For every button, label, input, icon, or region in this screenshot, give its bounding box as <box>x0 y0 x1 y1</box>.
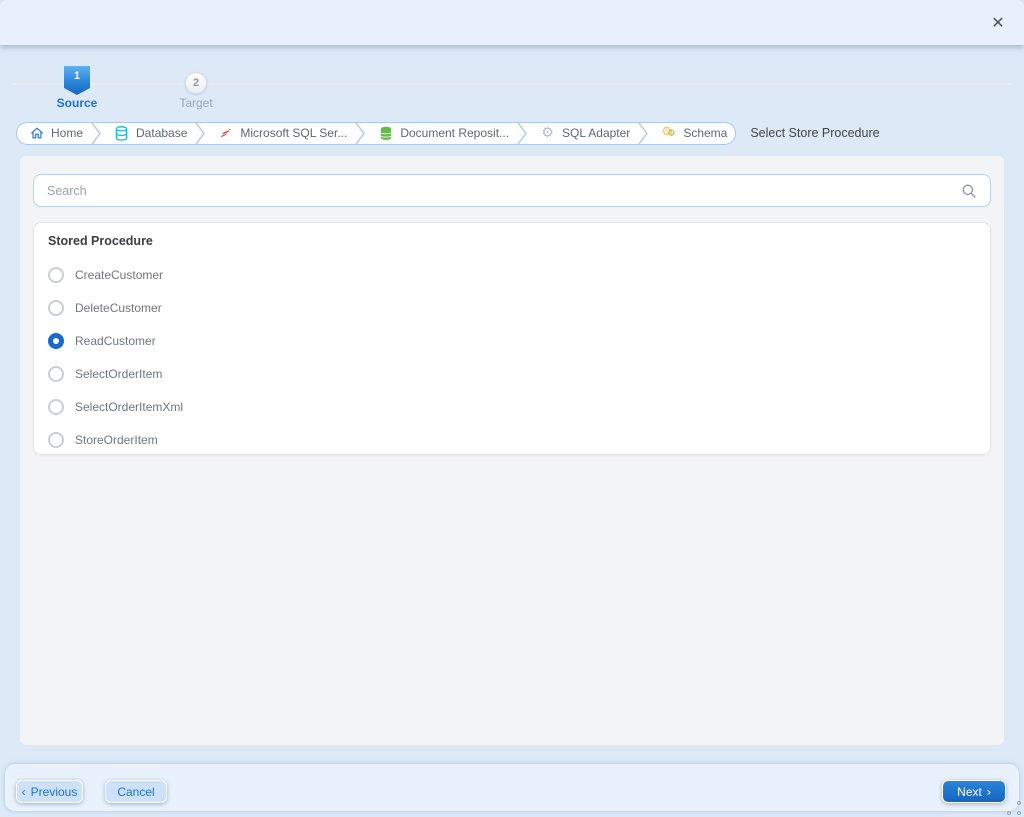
step-source-badge[interactable]: 1 <box>64 66 90 95</box>
breadcrumb: Home Database Microsoft SQL Ser... Docum… <box>16 121 880 145</box>
radio-unselected-icon[interactable] <box>48 431 64 448</box>
breadcrumb-item-database[interactable]: Database <box>102 123 195 144</box>
radio-unselected-icon[interactable] <box>48 365 64 382</box>
search-icon[interactable] <box>961 183 977 199</box>
radio-selected-icon[interactable] <box>48 332 64 349</box>
chevron-right-icon: › <box>986 784 991 799</box>
current-step-title: Select Store Procedure <box>750 126 880 140</box>
breadcrumb-item-sql-server[interactable]: Microsoft SQL Ser... <box>206 123 355 144</box>
home-icon <box>29 126 44 141</box>
chevron-separator-icon <box>517 122 527 144</box>
radio-unselected-icon[interactable] <box>48 266 64 283</box>
previous-button-label: Previous <box>30 784 78 799</box>
procedure-label: ReadCustomer <box>75 333 156 348</box>
search-box <box>33 174 991 207</box>
procedure-option-selectorderitem[interactable]: SelectOrderItem <box>48 357 976 390</box>
procedure-option-createcustomer[interactable]: CreateCustomer <box>48 258 976 291</box>
database-icon <box>114 125 129 141</box>
procedure-label: StoreOrderItem <box>75 432 158 447</box>
previous-button[interactable]: ‹ Previous <box>16 780 83 803</box>
schema-gears-icon: ⚙ ⚙ <box>661 123 676 139</box>
procedure-option-readcustomer[interactable]: ReadCustomer <box>48 324 976 357</box>
procedure-option-selectorderitemxml[interactable]: SelectOrderItemXml <box>48 390 976 423</box>
resize-grip[interactable] <box>1007 801 1021 815</box>
breadcrumb-label: SQL Adapter <box>562 126 631 140</box>
gear-icon: ⚙ <box>541 125 554 141</box>
cancel-button-label: Cancel <box>117 784 155 799</box>
breadcrumb-label: Microsoft SQL Ser... <box>240 126 348 140</box>
procedure-label: SelectOrderItem <box>75 366 163 381</box>
chevron-separator-icon <box>195 122 206 144</box>
procedure-label: DeleteCustomer <box>75 300 162 315</box>
breadcrumb-label: Database <box>136 126 188 140</box>
breadcrumb-label: Schema <box>683 126 728 140</box>
sql-server-flag-icon <box>218 126 233 141</box>
radio-unselected-icon[interactable] <box>48 398 64 415</box>
procedure-option-deletecustomer[interactable]: DeleteCustomer <box>48 291 976 324</box>
breadcrumb-pill: Home Database Microsoft SQL Ser... Docum… <box>16 121 737 145</box>
chevron-separator-icon <box>91 122 101 144</box>
breadcrumb-item-sql-adapter[interactable]: ⚙ SQL Adapter <box>528 123 638 144</box>
breadcrumb-item-document-repository[interactable]: Document Reposit... <box>366 123 517 144</box>
breadcrumb-item-schema[interactable]: ⚙ ⚙ Schema <box>649 123 735 144</box>
breadcrumb-label: Home <box>51 126 84 140</box>
stepper-connector-line <box>12 83 1012 85</box>
stored-procedure-panel: Stored Procedure CreateCustomer DeleteCu… <box>33 222 991 455</box>
wizard-stepper: 1 Source 2 Target <box>0 58 1024 113</box>
footer-bar: ‹ Previous Cancel Next › <box>5 764 1019 811</box>
chevron-left-icon: ‹ <box>21 784 26 799</box>
procedure-label: CreateCustomer <box>75 267 164 282</box>
main-content: Stored Procedure CreateCustomer DeleteCu… <box>20 156 1004 745</box>
chevron-separator-icon <box>638 122 649 144</box>
document-repository-icon <box>378 126 393 141</box>
chevron-separator-icon <box>355 122 366 144</box>
next-button[interactable]: Next › <box>942 780 1006 803</box>
step-target-label: Target <box>179 96 213 110</box>
step-target-badge[interactable]: 2 <box>185 72 207 94</box>
procedure-label: SelectOrderItemXml <box>75 399 184 414</box>
search-input[interactable] <box>47 183 961 198</box>
cancel-button[interactable]: Cancel <box>105 780 167 803</box>
title-bar: ✕ <box>0 0 1024 45</box>
breadcrumb-item-home[interactable]: Home <box>17 123 91 144</box>
breadcrumb-label: Document Reposit... <box>400 126 510 140</box>
next-button-label: Next <box>957 784 982 799</box>
radio-unselected-icon[interactable] <box>48 299 64 316</box>
procedure-option-storeorderitem[interactable]: StoreOrderItem <box>48 423 976 456</box>
step-source-label: Source <box>56 96 98 110</box>
panel-title: Stored Procedure <box>48 234 153 248</box>
close-icon[interactable]: ✕ <box>989 15 1007 33</box>
